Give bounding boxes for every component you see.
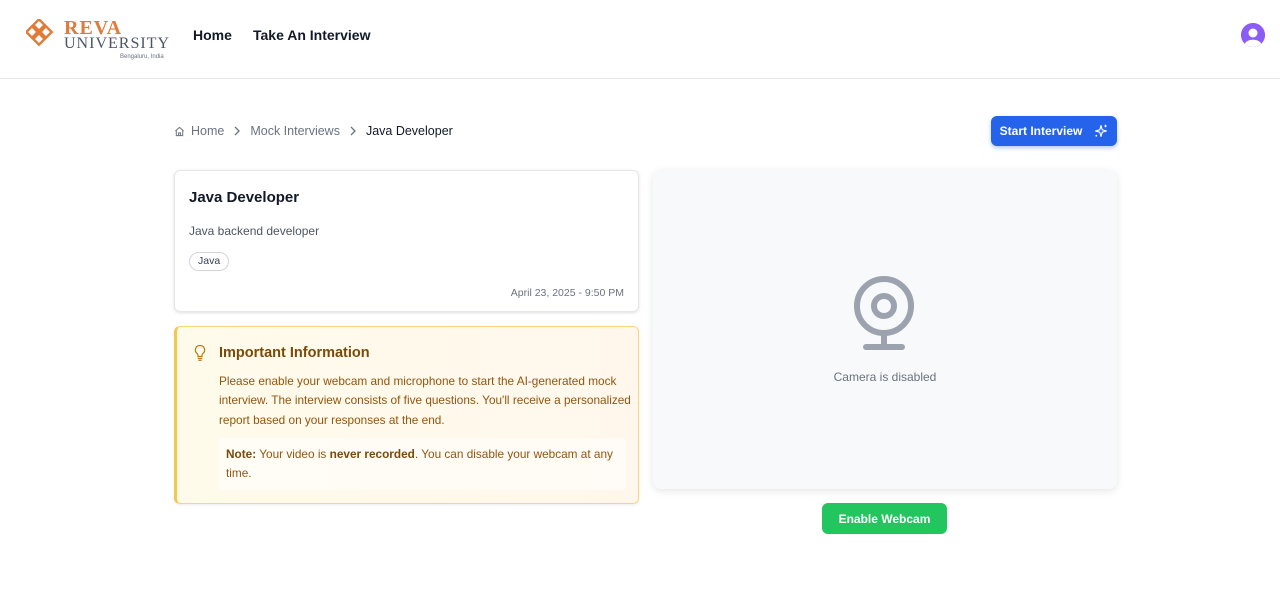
breadcrumb-mock-interviews[interactable]: Mock Interviews [250,124,340,138]
breadcrumb-mock-interviews-label: Mock Interviews [250,124,340,138]
user-avatar[interactable] [1241,23,1265,47]
job-description: Java backend developer [189,224,320,238]
breadcrumb-home[interactable]: Home [174,124,224,138]
top-navbar: REVA UNIVERSITY Bengaluru, India Home Ta… [0,0,1280,79]
job-details-card: Java Developer Java backend developer Ja… [174,170,639,312]
enable-webcam-button[interactable]: Enable Webcam [822,503,947,534]
breadcrumb-current: Java Developer [366,124,453,138]
breadcrumb: Home Mock Interviews Java Developer [174,123,453,139]
sparkles-icon [1095,124,1108,138]
camera-status-text: Camera is disabled [833,370,937,384]
info-title: Important Information [219,345,370,361]
chevron-right-icon [349,126,357,136]
note-text-bold: never recorded [329,447,415,461]
tech-stack-tag: Java [189,252,230,271]
breadcrumb-current-label: Java Developer [365,124,453,138]
privacy-note: Note: Your video is never recorded. You … [219,438,626,490]
info-description: Please enable your webcam and microphone… [219,374,631,427]
lightbulb-icon [194,344,206,361]
webcam-preview-panel: Camera is disabled [653,170,1117,489]
webcam-icon [854,276,914,350]
chevron-right-icon [233,126,241,136]
user-avatar-icon [1241,23,1265,47]
reva-university-logo[interactable]: REVA UNIVERSITY Bengaluru, India [26,17,169,63]
job-created-date: April 23, 2025 - 9:50 PM [510,287,624,299]
note-label: Note: [226,447,257,461]
start-interview-label: Start Interview [999,124,1083,138]
logo-text-university: UNIVERSITY [64,35,170,52]
important-information-box: Important Information Please enable your… [174,326,639,504]
nav-home-link[interactable]: Home [193,26,232,44]
home-icon [175,126,184,136]
nav-take-interview-link[interactable]: Take An Interview [253,26,370,44]
start-interview-button[interactable]: Start Interview [991,116,1117,146]
breadcrumb-home-label: Home [191,124,225,138]
note-text-pre: Your video is [256,447,330,461]
job-title: Java Developer [189,189,300,206]
logo-text-location: Bengaluru, India [120,54,164,60]
reva-logo-icon [26,19,54,47]
